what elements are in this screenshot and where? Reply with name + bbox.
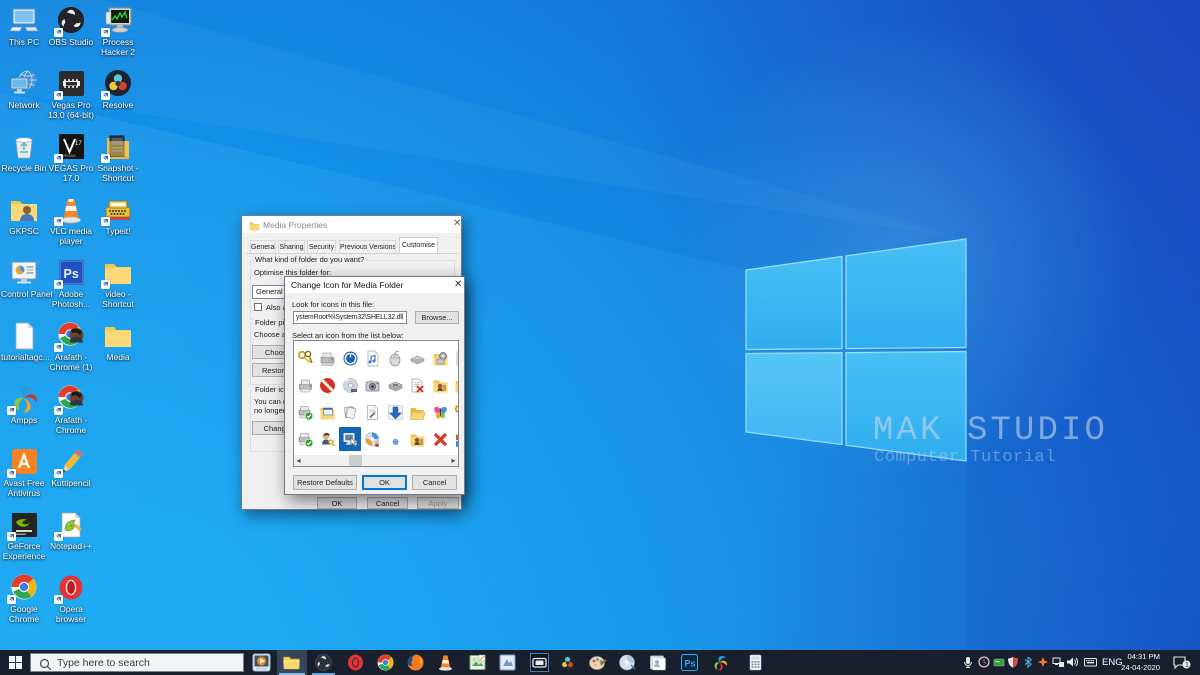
svg-text:1: 1 xyxy=(1185,662,1189,669)
svg-text:Ps: Ps xyxy=(64,267,79,281)
svg-text:VEGAS: VEGAS xyxy=(62,153,76,158)
svg-text:Ps: Ps xyxy=(685,659,696,669)
svg-text:DVD: DVD xyxy=(351,388,357,392)
svg-text:17: 17 xyxy=(75,141,82,147)
